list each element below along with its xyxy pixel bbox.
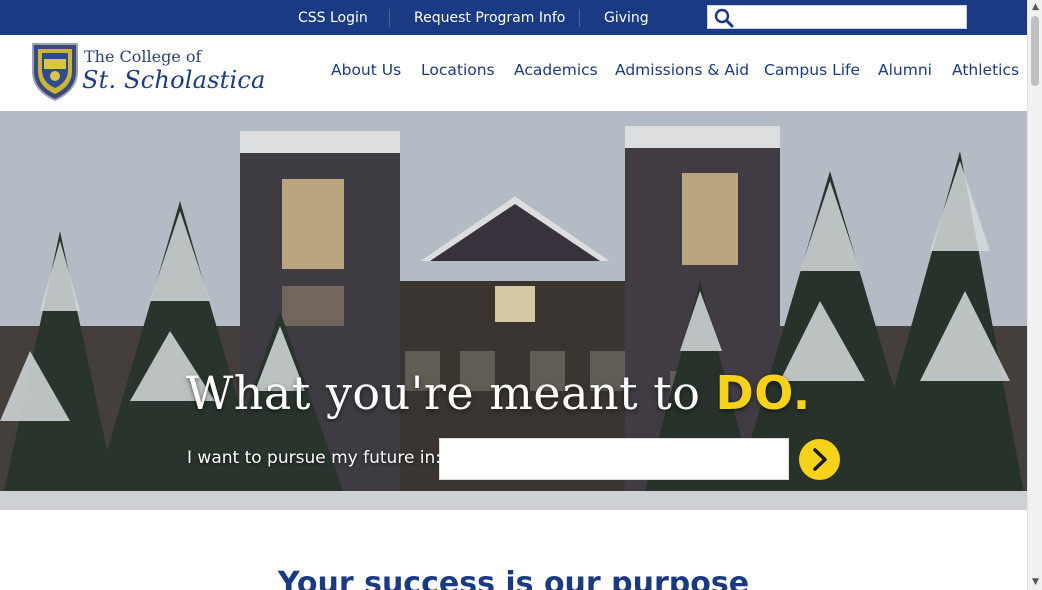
hero-banner: What you're meant to DO. I want to pursu… [0, 111, 1027, 510]
utility-bar: CSS Login Request Program Info Giving [0, 0, 1027, 35]
request-program-info-link[interactable]: Request Program Info [414, 0, 565, 35]
section-title: Your success is our purpose [277, 566, 750, 590]
page-viewport: CSS Login Request Program Info Giving Th… [0, 0, 1027, 590]
css-login-link[interactable]: CSS Login [298, 0, 368, 35]
giving-link[interactable]: Giving [604, 0, 649, 35]
utility-divider [579, 9, 580, 27]
logo-line-2: St. Scholastica [82, 66, 266, 94]
chevron-right-icon [813, 448, 827, 471]
scroll-thumb[interactable] [1031, 16, 1039, 86]
hero-heading-main: What you're meant to [186, 366, 716, 420]
hero-heading-accent: DO. [715, 366, 811, 420]
site-header: The College of St. Scholastica About Us … [0, 35, 1027, 111]
utility-divider [389, 9, 390, 27]
college-logo[interactable]: The College of St. Scholastica [30, 41, 265, 103]
logo-line-1: The College of [84, 47, 202, 66]
scroll-down-arrow-icon[interactable]: ▼ [1028, 575, 1042, 590]
nav-athletics[interactable]: Athletics [952, 61, 1019, 79]
nav-about-us[interactable]: About Us [331, 61, 401, 79]
site-search[interactable] [707, 5, 967, 29]
program-search-input[interactable] [439, 438, 789, 480]
search-input[interactable] [738, 8, 964, 28]
search-icon[interactable] [713, 7, 735, 29]
hero-prompt-label: I want to pursue my future in: [187, 448, 442, 468]
scroll-up-arrow-icon[interactable]: ▲ [1028, 0, 1042, 15]
nav-admissions-aid[interactable]: Admissions & Aid [615, 61, 749, 79]
nav-alumni[interactable]: Alumni [878, 61, 932, 79]
nav-academics[interactable]: Academics [514, 61, 598, 79]
crest-icon [32, 43, 78, 101]
page-scrollbar[interactable]: ▲ ▼ [1027, 0, 1042, 590]
go-button[interactable] [799, 439, 840, 480]
nav-campus-life[interactable]: Campus Life [764, 61, 860, 79]
hero-heading: What you're meant to DO. [186, 366, 811, 420]
nav-locations[interactable]: Locations [421, 61, 495, 79]
